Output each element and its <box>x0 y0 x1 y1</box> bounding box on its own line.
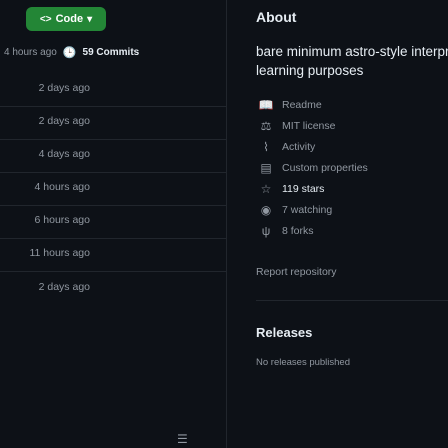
star-icon: ☆ <box>260 181 272 196</box>
about-title: About <box>256 9 297 25</box>
file-times-column: 2 days ago 2 days ago 4 days ago 4 hours… <box>0 70 226 305</box>
eye-icon: ◉ <box>260 202 272 217</box>
file-row-time: 11 hours ago <box>0 235 226 272</box>
report-repository-link[interactable]: Report repository <box>256 266 337 278</box>
info-label: Custom properties <box>282 161 368 174</box>
info-label: 8 forks <box>282 224 314 237</box>
file-row-time: 4 hours ago <box>0 169 226 206</box>
law-icon: ⚖ <box>260 118 272 133</box>
column-divider <box>226 0 227 448</box>
stars-link[interactable]: ☆ 119 stars <box>256 178 448 199</box>
watchers-link[interactable]: ◉ 7 watching <box>256 199 448 220</box>
commit-time: 4 hours ago <box>4 46 57 58</box>
custom-properties-link[interactable]: ▤ Custom properties <box>256 157 448 178</box>
section-divider <box>256 300 448 301</box>
list-icon[interactable]: ☰ <box>177 432 188 446</box>
info-label: Activity <box>282 140 316 153</box>
readme-link[interactable]: 📖 Readme <box>256 94 448 115</box>
info-label: MIT license <box>282 119 336 132</box>
info-label: 7 watching <box>282 203 333 216</box>
file-row-time: 2 days ago <box>0 70 226 107</box>
commits-link[interactable]: 59 Commits <box>83 47 140 58</box>
code-icon: <> <box>39 13 52 25</box>
releases-title[interactable]: Releases <box>256 325 312 340</box>
file-row-time: 2 days ago <box>38 280 90 293</box>
file-row-time: 4 days ago <box>0 136 226 173</box>
about-description: bare minimum astro-style interpr learnin… <box>256 42 448 80</box>
code-button-label: Code <box>55 13 84 25</box>
description-line: bare minimum astro-style interpr <box>256 44 448 59</box>
file-row-time: 2 days ago <box>0 103 226 140</box>
info-label: Readme <box>282 98 322 111</box>
forks-link[interactable]: ψ 8 forks <box>256 220 448 241</box>
latest-commit-bar: 4 hours ago 🕒 59 Commits <box>0 38 226 66</box>
properties-icon: ▤ <box>260 160 272 175</box>
about-info-list: 📖 Readme ⚖ MIT license ⌇ Activity ▤ Cust… <box>256 94 448 241</box>
pulse-icon: ⌇ <box>263 139 269 154</box>
caret-down-icon: ▾ <box>87 13 93 25</box>
fork-icon: ψ <box>261 223 271 238</box>
book-icon: 📖 <box>258 97 274 112</box>
file-row-time: 6 hours ago <box>0 202 226 239</box>
releases-empty-text: No releases published <box>256 357 351 368</box>
code-button[interactable]: <> Code ▾ <box>26 7 106 31</box>
description-line: learning purposes <box>256 63 364 78</box>
info-label: 119 stars <box>282 182 325 195</box>
license-link[interactable]: ⚖ MIT license <box>256 115 448 136</box>
history-icon: 🕒 <box>62 46 77 59</box>
activity-link[interactable]: ⌇ Activity <box>256 136 448 157</box>
